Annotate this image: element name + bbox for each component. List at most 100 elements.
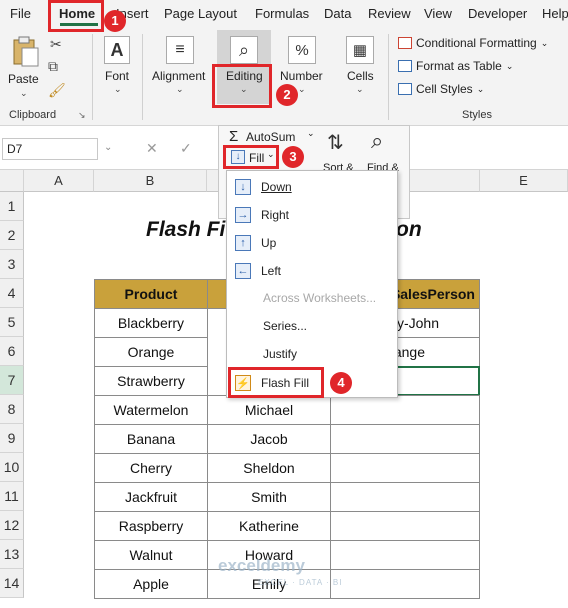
column-header-a[interactable]: A: [24, 170, 94, 192]
enter-icon[interactable]: ✓: [180, 140, 192, 157]
dialog-launcher-icon[interactable]: ↘: [78, 110, 86, 121]
table-cell[interactable]: Sheldon: [207, 453, 331, 483]
column-header-e[interactable]: E: [480, 170, 568, 192]
autosum-label[interactable]: AutoSum: [246, 130, 295, 144]
name-box-chevron-icon[interactable]: ⌄: [104, 142, 112, 153]
table-cell[interactable]: Strawberry: [94, 366, 208, 396]
table-cell[interactable]: [330, 424, 480, 454]
alignment-chevron-icon[interactable]: ⌄: [176, 84, 184, 95]
font-icon[interactable]: A: [104, 36, 130, 64]
column-header-b[interactable]: B: [94, 170, 207, 192]
fill-down-item[interactable]: ↓ Down: [235, 179, 292, 195]
table-cell[interactable]: Smith: [207, 482, 331, 512]
conditional-formatting-label: Conditional Formatting: [416, 36, 537, 50]
row-header[interactable]: 5: [0, 308, 24, 337]
fill-justify-label: Justify: [263, 347, 298, 361]
arrow-right-icon: →: [235, 207, 251, 223]
fill-left-label: Left: [261, 264, 282, 278]
table-cell[interactable]: Orange: [94, 337, 208, 367]
cell-styles-icon: [398, 83, 412, 95]
table-cell[interactable]: Blackberry: [94, 308, 208, 338]
alignment-icon[interactable]: ≡: [166, 36, 194, 64]
row-header[interactable]: 10: [0, 453, 24, 482]
table-cell[interactable]: [330, 453, 480, 483]
name-box[interactable]: D7: [2, 138, 98, 160]
styles-group-label: Styles: [462, 109, 492, 121]
autosum-chevron-icon[interactable]: ⌄: [307, 128, 315, 139]
row-header[interactable]: 1: [0, 192, 24, 221]
paste-label[interactable]: Paste: [8, 72, 39, 86]
tab-data[interactable]: Data: [324, 6, 351, 21]
cells-label[interactable]: Cells: [347, 69, 374, 83]
table-cell[interactable]: Banana: [94, 424, 208, 454]
cancel-icon[interactable]: ✕: [146, 140, 158, 157]
search-icon[interactable]: ⌕: [230, 36, 258, 64]
table-cell[interactable]: Cherry: [94, 453, 208, 483]
row-header[interactable]: 2: [0, 221, 24, 250]
header-product[interactable]: Product: [94, 279, 208, 309]
paste-icon[interactable]: [10, 36, 40, 68]
arrow-up-icon: ↑: [235, 235, 251, 251]
callout-box-editing: [212, 64, 272, 108]
table-cell[interactable]: [330, 482, 480, 512]
alignment-label[interactable]: Alignment: [152, 69, 205, 83]
number-label[interactable]: Number: [280, 69, 323, 83]
row-header[interactable]: 3: [0, 250, 24, 279]
sort-filter-icon[interactable]: ⇅: [327, 130, 344, 155]
number-chevron-icon[interactable]: ⌄: [298, 84, 306, 95]
percent-icon[interactable]: %: [288, 36, 316, 64]
row-header[interactable]: 11: [0, 482, 24, 511]
table-cell[interactable]: [330, 511, 480, 541]
row-header[interactable]: 9: [0, 424, 24, 453]
table-cell[interactable]: Jacob: [207, 424, 331, 454]
table-cell[interactable]: Watermelon: [94, 395, 208, 425]
cut-icon[interactable]: ✂: [50, 36, 62, 53]
tab-formulas[interactable]: Formulas: [255, 6, 309, 21]
tab-view[interactable]: View: [424, 6, 452, 21]
table-cell[interactable]: Katherine: [207, 511, 331, 541]
tab-review[interactable]: Review: [368, 6, 411, 21]
fill-down-label: Down: [261, 180, 292, 194]
tab-developer[interactable]: Developer: [468, 6, 527, 21]
row-header[interactable]: 13: [0, 540, 24, 569]
format-painter-icon[interactable]: 🖌: [48, 82, 66, 99]
callout-box-home: [48, 0, 104, 32]
autosum-icon[interactable]: Σ: [229, 128, 238, 145]
format-as-table-button[interactable]: Format as Table ⌄: [398, 59, 513, 73]
paste-chevron-icon[interactable]: ⌄: [20, 88, 28, 99]
table-cell[interactable]: Raspberry: [94, 511, 208, 541]
fill-series-item[interactable]: Series...: [263, 319, 307, 333]
table-cell[interactable]: [330, 395, 480, 425]
fill-up-label: Up: [261, 236, 277, 250]
fill-right-item[interactable]: → Right: [235, 207, 289, 223]
tab-help[interactable]: Help: [542, 6, 568, 21]
fill-justify-item[interactable]: Justify: [263, 347, 297, 361]
table-cell[interactable]: Michael: [207, 395, 331, 425]
fill-left-item[interactable]: ← Left: [235, 263, 281, 279]
clipboard-group-label: Clipboard: [9, 109, 57, 121]
table-cell[interactable]: Apple: [94, 569, 208, 599]
table-cell[interactable]: [330, 569, 480, 599]
row-header[interactable]: 8: [0, 395, 24, 424]
fill-up-item[interactable]: ↑ Up: [235, 235, 276, 251]
table-cell[interactable]: [330, 540, 480, 570]
row-header[interactable]: 4: [0, 279, 24, 308]
tab-page-layout[interactable]: Page Layout: [164, 6, 237, 21]
row-header[interactable]: 6: [0, 337, 24, 366]
font-chevron-icon[interactable]: ⌄: [114, 84, 122, 95]
cells-icon[interactable]: ▦: [346, 36, 374, 64]
select-all-corner[interactable]: [0, 170, 24, 192]
cell-styles-button[interactable]: Cell Styles ⌄: [398, 82, 484, 96]
find-icon[interactable]: ⌕: [371, 128, 383, 154]
conditional-formatting-button[interactable]: Conditional Formatting ⌄: [398, 36, 548, 50]
cells-chevron-icon[interactable]: ⌄: [356, 84, 364, 95]
tab-file[interactable]: File: [10, 6, 31, 21]
row-header[interactable]: 14: [0, 569, 24, 598]
row-header[interactable]: 7: [0, 366, 24, 395]
table-cell[interactable]: Jackfruit: [94, 482, 208, 512]
font-label[interactable]: Font: [105, 69, 129, 83]
table-cell[interactable]: Walnut: [94, 540, 208, 570]
chevron-down-icon: ⌄: [540, 37, 549, 48]
copy-icon[interactable]: ⧉: [48, 58, 58, 75]
row-header[interactable]: 12: [0, 511, 24, 540]
